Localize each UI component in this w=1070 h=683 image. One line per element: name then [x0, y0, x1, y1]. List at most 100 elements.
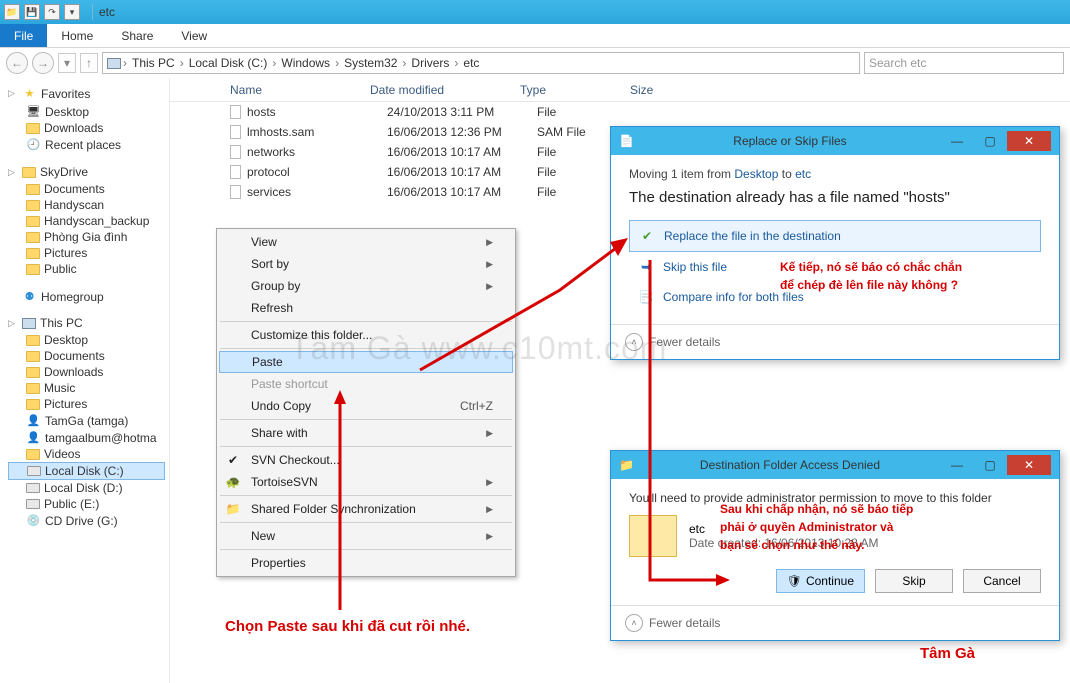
- ctx-svn-checkout[interactable]: ✔SVN Checkout...: [219, 449, 513, 471]
- skip-button[interactable]: Skip: [875, 569, 953, 593]
- sidebar-item[interactable]: Handyscan_backup: [8, 213, 169, 229]
- ctx-tortoisesvn[interactable]: 🐢TortoiseSVN▶: [219, 471, 513, 493]
- dialog-title: Replace or Skip Files: [640, 134, 940, 148]
- sidebar-item[interactable]: 👤tamgaalbum@hotma: [8, 429, 169, 446]
- copy-icon: 📄: [619, 134, 634, 148]
- tab-share[interactable]: Share: [107, 24, 167, 47]
- pc-icon: [107, 58, 121, 69]
- file-icon: [230, 105, 241, 119]
- ctx-properties[interactable]: Properties: [219, 552, 513, 574]
- up-button[interactable]: ↑: [80, 53, 98, 73]
- dialog-titlebar[interactable]: 📄 Replace or Skip Files — ▢ ✕: [611, 127, 1059, 155]
- sidebar-item[interactable]: Desktop: [8, 332, 169, 348]
- file-row[interactable]: hosts24/10/2013 3:11 PMFile: [170, 102, 1070, 122]
- compare-icon: 📑: [637, 288, 655, 306]
- breadcrumb[interactable]: › This PC› Local Disk (C:)› Windows› Sys…: [102, 52, 860, 74]
- sidebar-item[interactable]: Phòng Gia đình: [8, 229, 169, 245]
- tab-file[interactable]: File: [0, 24, 47, 47]
- shield-icon: 🛡: [787, 574, 802, 588]
- dialog-message: You'll need to provide administrator per…: [629, 491, 1041, 505]
- dialog-title: Destination Folder Access Denied: [640, 458, 940, 472]
- sidebar-item[interactable]: Local Disk (D:): [8, 480, 169, 496]
- search-input[interactable]: Search etc: [864, 52, 1064, 74]
- option-compare[interactable]: 📑Compare info for both files: [629, 282, 1041, 312]
- chevron-up-icon[interactable]: ˄: [625, 333, 643, 351]
- ctx-customize[interactable]: Customize this folder...: [219, 324, 513, 346]
- maximize-button[interactable]: ▢: [974, 131, 1006, 151]
- skip-icon: ➥: [637, 258, 655, 276]
- desktop-icon: 🖥: [26, 104, 41, 119]
- col-type[interactable]: Type: [520, 83, 630, 97]
- sidebar-item[interactable]: 💿CD Drive (G:): [8, 512, 169, 529]
- column-headers[interactable]: Name Date modified Type Size: [170, 78, 1070, 102]
- folder-name: etc: [689, 522, 878, 536]
- close-button[interactable]: ✕: [1007, 131, 1051, 151]
- sidebar-thispc[interactable]: ▷This PC: [8, 316, 169, 330]
- access-denied-dialog: 📁 Destination Folder Access Denied — ▢ ✕…: [610, 450, 1060, 641]
- dialog-titlebar[interactable]: 📁 Destination Folder Access Denied — ▢ ✕: [611, 451, 1059, 479]
- window-titlebar: 📁 💾 ↷ ▾ etc: [0, 0, 1070, 24]
- folder-large-icon: [629, 515, 677, 557]
- ctx-undo-copy[interactable]: Undo CopyCtrl+Z: [219, 395, 513, 417]
- close-button[interactable]: ✕: [1007, 455, 1051, 475]
- sidebar-item-desktop[interactable]: 🖥Desktop: [8, 103, 169, 120]
- sidebar-item[interactable]: Public: [8, 261, 169, 277]
- sidebar-item-downloads[interactable]: Downloads: [8, 120, 169, 136]
- ctx-view[interactable]: View▶: [219, 231, 513, 253]
- address-bar: ← → ▾ ↑ › This PC› Local Disk (C:)› Wind…: [0, 48, 1070, 78]
- sidebar-item[interactable]: Pictures: [8, 396, 169, 412]
- sidebar-item[interactable]: Public (E:): [8, 496, 169, 512]
- ctx-shared-sync[interactable]: 📁Shared Folder Synchronization▶: [219, 498, 513, 520]
- sidebar-item[interactable]: Documents: [8, 348, 169, 364]
- sidebar-item-recent[interactable]: 🕘Recent places: [8, 136, 169, 153]
- sidebar-item[interactable]: 👤TamGa (tamga): [8, 412, 169, 429]
- folder-icon: 📁: [619, 458, 634, 472]
- sidebar-skydrive[interactable]: ▷SkyDrive: [8, 165, 169, 179]
- ctx-new[interactable]: New▶: [219, 525, 513, 547]
- ctx-sharewith[interactable]: Share with▶: [219, 422, 513, 444]
- col-name[interactable]: Name: [230, 83, 370, 97]
- redo-icon[interactable]: ↷: [44, 4, 60, 20]
- sidebar-item[interactable]: Videos: [8, 446, 169, 462]
- back-button[interactable]: ←: [6, 52, 28, 74]
- option-skip[interactable]: ➥Skip this file: [629, 252, 1041, 282]
- file-icon: [230, 125, 241, 139]
- tab-home[interactable]: Home: [47, 24, 107, 47]
- tab-view[interactable]: View: [167, 24, 221, 47]
- col-date[interactable]: Date modified: [370, 83, 520, 97]
- ctx-groupby[interactable]: Group by▶: [219, 275, 513, 297]
- cancel-button[interactable]: Cancel: [963, 569, 1041, 593]
- forward-button[interactable]: →: [32, 52, 54, 74]
- continue-button[interactable]: 🛡Continue: [776, 569, 865, 593]
- sidebar-item[interactable]: Downloads: [8, 364, 169, 380]
- ctx-sortby[interactable]: Sort by▶: [219, 253, 513, 275]
- sidebar-homegroup[interactable]: ⚉Homegroup: [8, 289, 169, 304]
- fewer-details[interactable]: Fewer details: [649, 335, 720, 349]
- file-icon: [230, 145, 241, 159]
- option-replace[interactable]: ✔Replace the file in the destination: [629, 220, 1041, 252]
- folder-icon: [26, 123, 40, 134]
- sidebar-item[interactable]: Music: [8, 380, 169, 396]
- sidebar-item[interactable]: Handyscan: [8, 197, 169, 213]
- svn-icon: ✔: [225, 452, 241, 468]
- recent-dropdown[interactable]: ▾: [58, 53, 76, 73]
- dialog-message: The destination already has a file named…: [629, 189, 1041, 206]
- star-icon: ★: [22, 86, 37, 101]
- maximize-button[interactable]: ▢: [974, 455, 1006, 475]
- sidebar-favorites[interactable]: ▷★Favorites: [8, 86, 169, 101]
- ribbon-tabs: File Home Share View: [0, 24, 1070, 48]
- save-icon[interactable]: 💾: [24, 4, 40, 20]
- ctx-paste[interactable]: Paste: [219, 351, 513, 373]
- dropdown-icon[interactable]: ▾: [64, 4, 80, 20]
- dialog-footer: ˄ Fewer details: [611, 605, 1059, 640]
- ctx-refresh[interactable]: Refresh: [219, 297, 513, 319]
- col-size[interactable]: Size: [630, 83, 690, 97]
- sidebar-item[interactable]: Pictures: [8, 245, 169, 261]
- chevron-up-icon[interactable]: ˄: [625, 614, 643, 632]
- minimize-button[interactable]: —: [941, 131, 973, 151]
- fewer-details[interactable]: Fewer details: [649, 616, 720, 630]
- context-menu: View▶ Sort by▶ Group by▶ Refresh Customi…: [216, 228, 516, 577]
- minimize-button[interactable]: —: [941, 455, 973, 475]
- sidebar-item-localdisk-c[interactable]: Local Disk (C:): [8, 462, 165, 480]
- sidebar-item[interactable]: Documents: [8, 181, 169, 197]
